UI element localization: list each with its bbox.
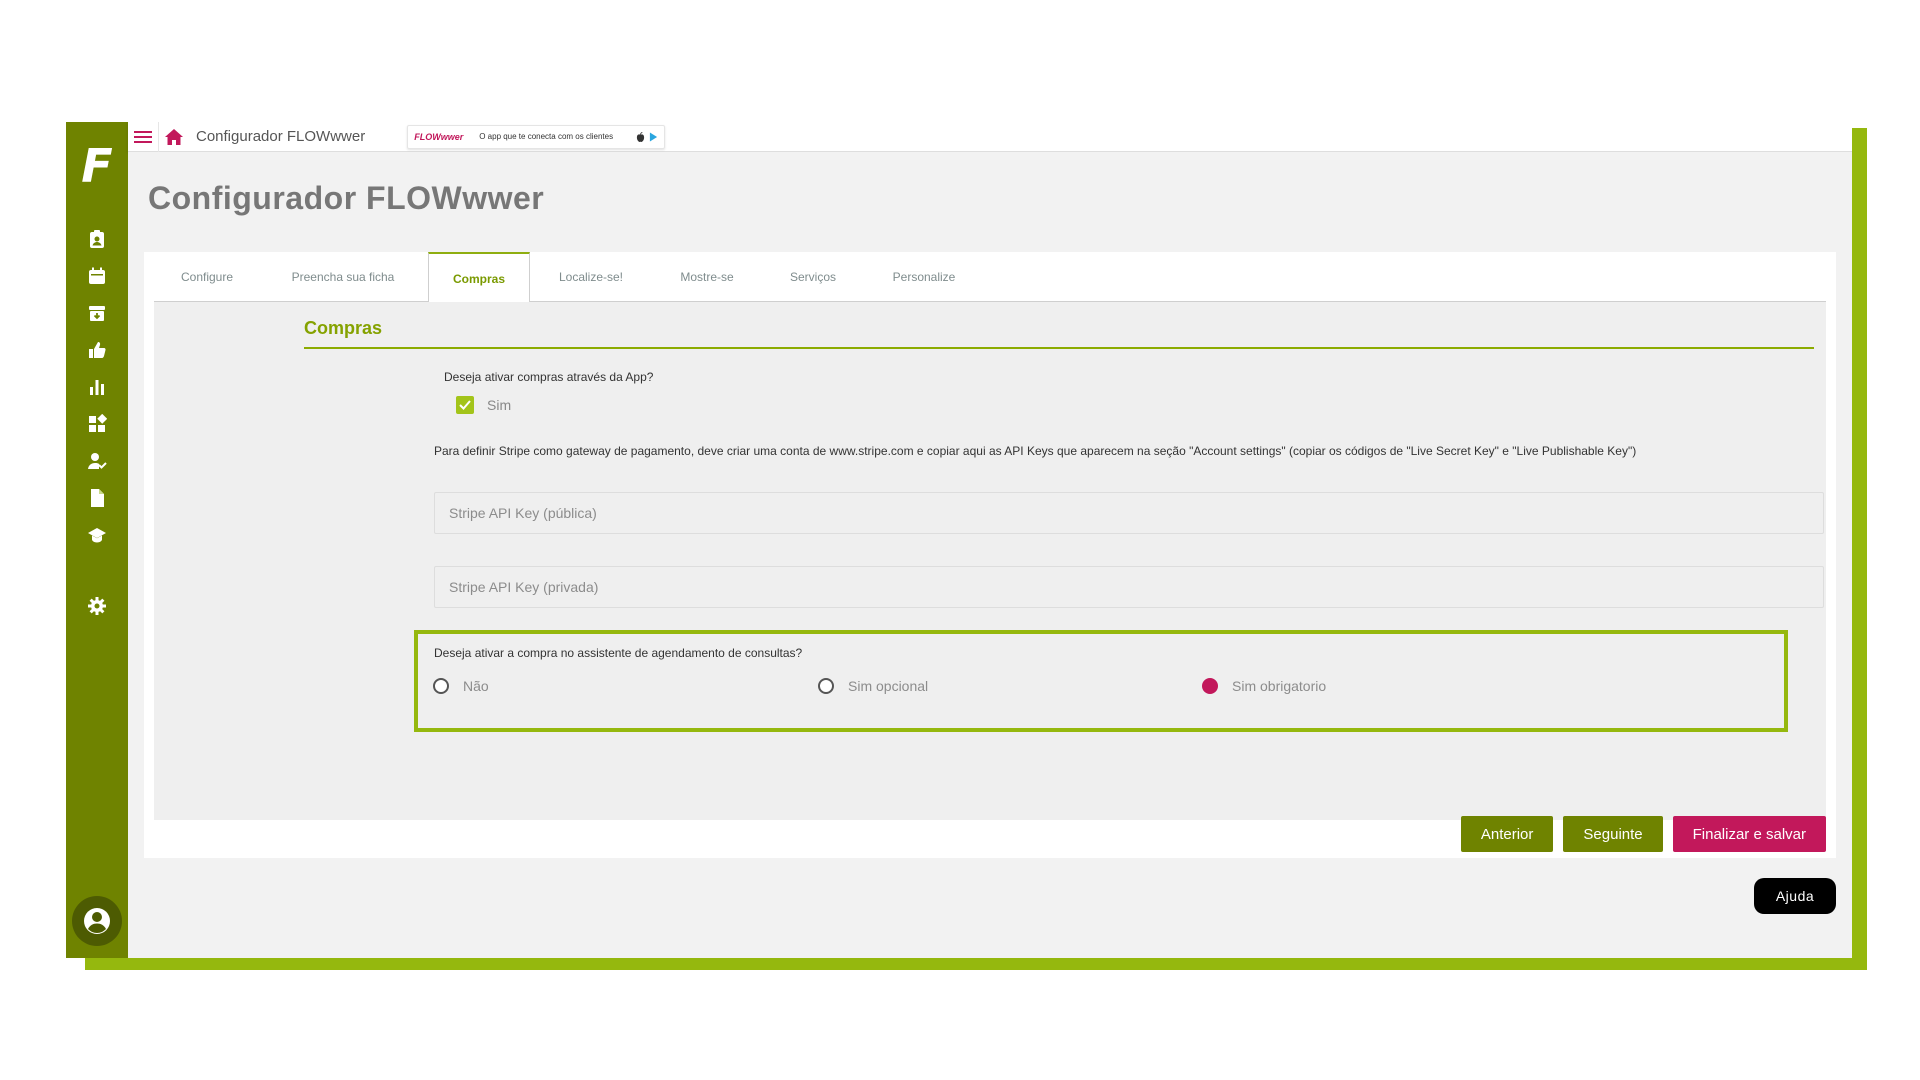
sidebar-item-reviews[interactable] (66, 331, 128, 368)
thumbs-up-icon (89, 341, 106, 358)
radio-circle-selected[interactable] (1202, 678, 1218, 694)
user-check-icon (88, 452, 107, 469)
sidebar-item-profile[interactable] (66, 220, 128, 257)
play-store-icon (650, 132, 658, 141)
section-title: Compras (304, 318, 383, 338)
calendar-icon (89, 267, 105, 284)
stripe-public-key-input[interactable] (434, 492, 1824, 534)
sidebar: F (66, 122, 128, 958)
user-avatar[interactable] (72, 896, 122, 946)
archive-icon (89, 305, 105, 321)
checkbox-label: Sim (487, 397, 512, 413)
checkbox-checked[interactable] (456, 396, 474, 414)
sidebar-item-users[interactable] (66, 442, 128, 479)
graduation-cap-icon (88, 527, 106, 542)
sidebar-item-archive[interactable] (66, 294, 128, 331)
hamburger-icon (134, 130, 152, 143)
finish-save-button[interactable]: Finalizar e salvar (1672, 816, 1826, 852)
question-booking-purchase: Deseja ativar a compra no assistente de … (434, 646, 803, 660)
tab-compras[interactable]: Compras (428, 252, 530, 303)
apple-icon (637, 131, 645, 142)
store-icons (636, 131, 658, 142)
top-bar: Configurador FLOWwwer FLOWwwer O app que… (128, 122, 1852, 152)
radio-circle[interactable] (818, 678, 834, 694)
question-app-purchases: Deseja ativar compras através da App? (444, 370, 654, 384)
radio-sim-opcional[interactable]: Sim opcional (818, 678, 928, 694)
sidebar-item-documents[interactable] (66, 479, 128, 516)
page-title: Configurador FLOWwwer (148, 180, 545, 216)
compras-panel: Compras Deseja ativar compras através da… (154, 302, 1826, 820)
sidebar-item-calendar[interactable] (66, 257, 128, 294)
tab-configure[interactable]: Configure (154, 252, 260, 302)
promo-text: O app que te conecta com os clientes (479, 132, 614, 141)
menu-button[interactable] (128, 122, 158, 152)
app-logo[interactable]: F (66, 139, 128, 193)
clipboard-user-icon (90, 229, 104, 248)
document-icon (91, 488, 104, 507)
radio-label: Não (463, 678, 489, 694)
tab-preencha-sua-ficha[interactable]: Preencha sua ficha (260, 252, 426, 302)
sidebar-nav (66, 220, 128, 553)
radio-label: Sim obrigatorio (1232, 678, 1327, 694)
stripe-private-key-input[interactable] (434, 566, 1824, 608)
bar-chart-icon (90, 379, 104, 395)
tab-bar: Configure Preencha sua ficha Compras Loc… (154, 252, 1826, 303)
section-divider (304, 347, 1814, 349)
apps-grid-icon (89, 413, 107, 432)
check-icon (459, 400, 471, 410)
stripe-info-text: Para definir Stripe como gateway de paga… (434, 444, 1637, 458)
sidebar-item-training[interactable] (66, 516, 128, 553)
booking-purchase-box: Deseja ativar a compra no assistente de … (414, 630, 1788, 732)
sidebar-item-apps[interactable] (66, 405, 128, 442)
promo-brand: FLOWwwer (414, 131, 464, 142)
gear-icon (88, 596, 106, 615)
tab-mostre-se[interactable]: Mostre-se (652, 252, 762, 302)
checkbox-sim[interactable]: Sim (456, 396, 511, 414)
home-button[interactable] (158, 122, 188, 152)
user-circle-icon (84, 908, 110, 934)
wizard-buttons: Anterior Seguinte Finalizar e salvar (1460, 816, 1826, 852)
radio-nao[interactable]: Não (433, 678, 489, 694)
tab-localize-se[interactable]: Localize-se! (530, 252, 652, 302)
tab-personalize[interactable]: Personalize (864, 252, 984, 302)
sidebar-item-stats[interactable] (66, 368, 128, 405)
next-button[interactable]: Seguinte (1563, 816, 1663, 852)
radio-sim-obrigatorio[interactable]: Sim obrigatorio (1202, 678, 1326, 694)
radio-circle[interactable] (433, 678, 449, 694)
config-card: Configure Preencha sua ficha Compras Loc… (144, 252, 1836, 858)
radio-label: Sim opcional (848, 678, 929, 694)
topbar-title: Configurador FLOWwwer (196, 128, 366, 145)
sidebar-item-settings[interactable] (66, 587, 128, 624)
app-window: F Configurador FLOWwwer FLOWwwer O app q… (66, 122, 1852, 958)
tab-servicos[interactable]: Serviços (762, 252, 864, 302)
promo-banner[interactable]: FLOWwwer O app que te conecta com os cli… (407, 124, 666, 149)
help-button[interactable]: Ajuda (1754, 878, 1836, 914)
main-content: Configurador FLOWwwer Configure Preencha… (128, 152, 1852, 958)
home-icon (164, 128, 183, 145)
previous-button[interactable]: Anterior (1460, 816, 1554, 852)
